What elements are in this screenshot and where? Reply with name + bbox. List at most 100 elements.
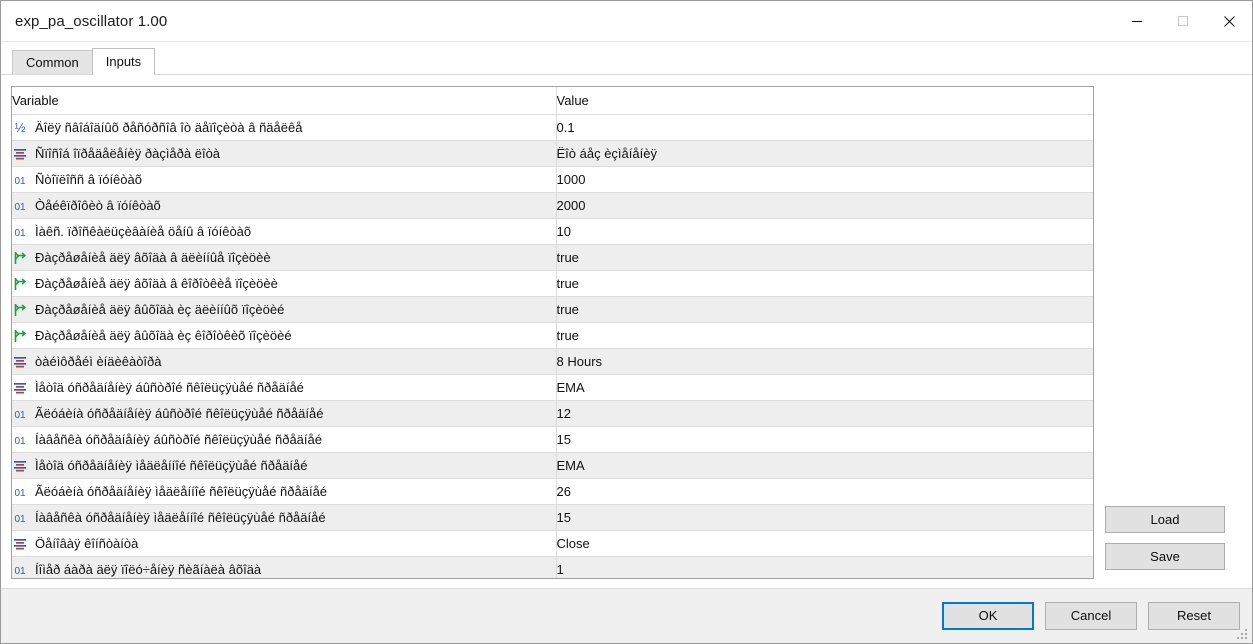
table-row[interactable]: Öåíîâàÿ êîíñòàíòà Close xyxy=(12,530,1093,557)
parameter-value-cell[interactable]: EMA xyxy=(555,452,1093,479)
parameter-name-label: Ñòîïëîññ â ïóíêòàõ xyxy=(35,171,142,187)
column-header-variable[interactable]: Variable xyxy=(12,87,556,115)
table-row[interactable]: òàéìôðåéì èíäèêàòîðà 8 Hours xyxy=(12,348,1093,375)
bool-flag-icon xyxy=(12,250,28,266)
parameter-value-cell[interactable]: EMA xyxy=(555,374,1093,401)
table-row[interactable]: 01 Ãëóáèíà óñðåäíåíèÿ áûñòðîé ñêîëüçÿùåé … xyxy=(12,400,1093,427)
ok-button[interactable]: OK xyxy=(942,602,1034,630)
parameter-name-cell[interactable]: ½ Äîëÿ ñâîáîäíûõ ðåñóðñîâ îò äåïîçèòà â ñ… xyxy=(12,114,556,141)
enum-list-icon xyxy=(12,146,28,162)
parameter-value-cell[interactable]: 15 xyxy=(555,504,1093,531)
table-row[interactable]: Ðàçðåøåíèå äëÿ âõîäà â êîðîòêèå ïîçèöèè t… xyxy=(12,270,1093,297)
parameters-grid[interactable]: Variable Value ½ Äîëÿ ñâîáîäíûõ ðåñóðñîâ … xyxy=(11,86,1094,579)
tab-panel-inputs: Variable Value ½ Äîëÿ ñâîáîäíûõ ðåñóðñîâ … xyxy=(1,74,1252,588)
parameter-value-cell[interactable]: 26 xyxy=(555,478,1093,505)
table-row[interactable]: Ìåòîä óñðåäíåíèÿ áûñòðîé ñêîëüçÿùåé ñðåä… xyxy=(12,374,1093,401)
parameter-name-cell[interactable]: 01 Ñòîïëîññ â ïóíêòàõ xyxy=(12,166,556,193)
tab-inputs[interactable]: Inputs xyxy=(91,48,156,75)
parameter-name-cell[interactable]: Ðàçðåøåíèå äëÿ âõîäà â êîðîòêèå ïîçèöèè xyxy=(12,270,556,297)
parameter-name-cell[interactable]: Ðàçðåøåíèå äëÿ âûõîäà èç äëèííûõ ïîçèöèé xyxy=(12,296,556,323)
tab-common[interactable]: Common xyxy=(12,50,93,75)
table-row[interactable]: Ìåòîä óñðåäíåíèÿ ìåäëåííîé ñêîëüçÿùåé ñð… xyxy=(12,452,1093,479)
maximize-button[interactable] xyxy=(1160,1,1206,41)
parameter-name-label: Öåíîâàÿ êîíñòàíòà xyxy=(35,535,139,551)
bool-flag-icon xyxy=(12,276,28,292)
bool-flag-icon xyxy=(12,328,28,344)
parameter-name-cell[interactable]: Ðàçðåøåíèå äëÿ âõîäà â äëèííûå ïîçèöèè xyxy=(12,244,556,271)
parameter-name-cell[interactable]: 01 Íîìåð áàðà äëÿ ïîëó÷åíèÿ ñèãíàëà âõîäà xyxy=(12,556,556,578)
table-row[interactable]: Ðàçðåøåíèå äëÿ âûõîäà èç êîðîòêèõ ïîçèöè… xyxy=(12,322,1093,349)
svg-text:01: 01 xyxy=(14,176,26,187)
parameter-value-cell[interactable]: 15 xyxy=(555,426,1093,453)
parameter-name-cell[interactable]: 01 Òåéêïðîôèò â ïóíêòàõ xyxy=(12,192,556,219)
maximize-icon xyxy=(1177,15,1189,27)
parameter-value-cell[interactable]: 8 Hours xyxy=(555,348,1093,375)
svg-text:01: 01 xyxy=(14,566,26,577)
parameter-value-cell[interactable]: true xyxy=(555,322,1093,349)
side-button-group: Load Save xyxy=(1105,86,1225,570)
svg-text:01: 01 xyxy=(14,228,26,239)
table-row[interactable]: 01 Ñòîïëîññ â ïóíêòàõ 1000 xyxy=(12,166,1093,193)
svg-text:01: 01 xyxy=(14,488,26,499)
parameter-name-label: Íàâåñêà óñðåäíåíèÿ áûñòðîé ñêîëüçÿùåé ñð… xyxy=(35,431,322,447)
parameter-value-cell[interactable]: true xyxy=(555,270,1093,297)
table-row[interactable]: 01 Íîìåð áàðà äëÿ ïîëó÷åíèÿ ñèãíàëà âõîäà… xyxy=(12,556,1093,578)
parameter-value-cell[interactable]: 0.1 xyxy=(555,114,1093,141)
parameter-name-label: Ìàêñ. ïðîñêàëüçèâàíèå öåíû â ïóíêòàõ xyxy=(35,223,252,239)
minimize-icon xyxy=(1131,15,1143,27)
parameter-value-cell[interactable]: 2000 xyxy=(555,192,1093,219)
parameter-value-cell[interactable]: 10 xyxy=(555,218,1093,245)
parameters-table: Variable Value ½ Äîëÿ ñâîáîäíûõ ðåñóðñîâ … xyxy=(12,87,1093,578)
enum-list-icon xyxy=(12,380,28,396)
enum-list-icon xyxy=(12,536,28,552)
parameter-value-cell[interactable]: true xyxy=(555,244,1093,271)
dialog-window: exp_pa_oscillator 1.00 Common Inputs Var… xyxy=(0,0,1253,644)
parameter-name-cell[interactable]: 01 Ãëóáèíà óñðåäíåíèÿ ìåäëåííîé ñêîëüçÿùå… xyxy=(12,478,556,505)
parameter-name-label: Ðàçðåøåíèå äëÿ âõîäà â êîðîòêèå ïîçèöèè xyxy=(35,275,278,291)
parameter-value-cell[interactable]: Ëîò áåç èçìåíåíèÿ xyxy=(555,140,1093,167)
save-button[interactable]: Save xyxy=(1105,543,1225,570)
svg-text:01: 01 xyxy=(14,436,26,447)
parameter-value-cell[interactable]: 1000 xyxy=(555,166,1093,193)
parameter-name-cell[interactable]: òàéìôðåéì èíäèêàòîðà xyxy=(12,348,556,375)
parameter-value-cell[interactable]: Close xyxy=(555,530,1093,557)
table-row[interactable]: 01 Ìàêñ. ïðîñêàëüçèâàíèå öåíû â ïóíêòàõ 10 xyxy=(12,218,1093,245)
parameter-name-cell[interactable]: Ðàçðåøåíèå äëÿ âûõîäà èç êîðîòêèõ ïîçèöè… xyxy=(12,322,556,349)
table-row[interactable]: Ñïîñîá îïðåäåëåíèÿ ðàçìåðà ëîòà Ëîò áåç è… xyxy=(12,140,1093,167)
enum-list-icon xyxy=(12,354,28,370)
parameter-name-label: òàéìôðåéì èíäèêàòîðà xyxy=(35,353,162,369)
parameter-name-cell[interactable]: 01 Íàâåñêà óñðåäíåíèÿ áûñòðîé ñêîëüçÿùåé … xyxy=(12,426,556,453)
reset-button[interactable]: Reset xyxy=(1148,602,1240,630)
close-button[interactable] xyxy=(1206,1,1252,41)
table-row[interactable]: Ðàçðåøåíèå äëÿ âûõîäà èç äëèííûõ ïîçèöèé… xyxy=(12,296,1093,323)
parameter-name-label: Ãëóáèíà óñðåäíåíèÿ áûñòðîé ñêîëüçÿùåé ñð… xyxy=(35,405,324,421)
column-header-value[interactable]: Value xyxy=(555,87,1093,115)
parameter-name-cell[interactable]: Ìåòîä óñðåäíåíèÿ áûñòðîé ñêîëüçÿùåé ñðåä… xyxy=(12,374,556,401)
parameter-name-cell[interactable]: 01 Ìàêñ. ïðîñêàëüçèâàíèå öåíû â ïóíêòàõ xyxy=(12,218,556,245)
table-body: ½ Äîëÿ ñâîáîäíûõ ðåñóðñîâ îò äåïîçèòà â ñ… xyxy=(12,114,1093,578)
table-row[interactable]: 01 Òåéêïðîôèò â ïóíêòàõ 2000 xyxy=(12,192,1093,219)
parameter-name-cell[interactable]: 01 Íàâåñêà óñðåäíåíèÿ ìåäëåííîé ñêîëüçÿùå… xyxy=(12,504,556,531)
cancel-button[interactable]: Cancel xyxy=(1045,602,1137,630)
parameter-name-cell[interactable]: 01 Ãëóáèíà óñðåäíåíèÿ áûñòðîé ñêîëüçÿùåé … xyxy=(12,400,556,427)
tab-strip: Common Inputs xyxy=(1,42,1252,75)
parameter-value-cell[interactable]: true xyxy=(555,296,1093,323)
resize-grip-icon[interactable] xyxy=(1236,628,1249,641)
table-row[interactable]: 01 Íàâåñêà óñðåäíåíèÿ áûñòðîé ñêîëüçÿùåé … xyxy=(12,426,1093,453)
parameter-name-cell[interactable]: Öåíîâàÿ êîíñòàíòà xyxy=(12,530,556,557)
parameter-name-label: Ãëóáèíà óñðåäíåíèÿ ìåäëåííîé ñêîëüçÿùåé … xyxy=(35,483,328,499)
parameter-name-label: Ìåòîä óñðåäíåíèÿ ìåäëåííîé ñêîëüçÿùåé ñð… xyxy=(35,457,308,473)
bool-flag-icon xyxy=(12,302,28,318)
table-row[interactable]: ½ Äîëÿ ñâîáîäíûõ ðåñóðñîâ îò äåïîçèòà â ñ… xyxy=(12,114,1093,141)
parameter-name-label: Ðàçðåøåíèå äëÿ âûõîäà èç äëèííûõ ïîçèöèé xyxy=(35,301,285,317)
parameter-name-cell[interactable]: Ñïîñîá îïðåäåëåíèÿ ðàçìåðà ëîòà xyxy=(12,140,556,167)
table-row[interactable]: Ðàçðåøåíèå äëÿ âõîäà â äëèííûå ïîçèöèè tr… xyxy=(12,244,1093,271)
parameter-value-cell[interactable]: 12 xyxy=(555,400,1093,427)
table-row[interactable]: 01 Íàâåñêà óñðåäíåíèÿ ìåäëåííîé ñêîëüçÿùå… xyxy=(12,504,1093,531)
minimize-button[interactable] xyxy=(1114,1,1160,41)
table-row[interactable]: 01 Ãëóáèíà óñðåäíåíèÿ ìåäëåííîé ñêîëüçÿùå… xyxy=(12,478,1093,505)
load-button[interactable]: Load xyxy=(1105,506,1225,533)
parameter-value-cell[interactable]: 1 xyxy=(555,556,1093,578)
parameter-name-cell[interactable]: Ìåòîä óñðåäíåíèÿ ìåäëåííîé ñêîëüçÿùåé ñð… xyxy=(12,452,556,479)
integer-icon: 01 xyxy=(12,224,28,240)
